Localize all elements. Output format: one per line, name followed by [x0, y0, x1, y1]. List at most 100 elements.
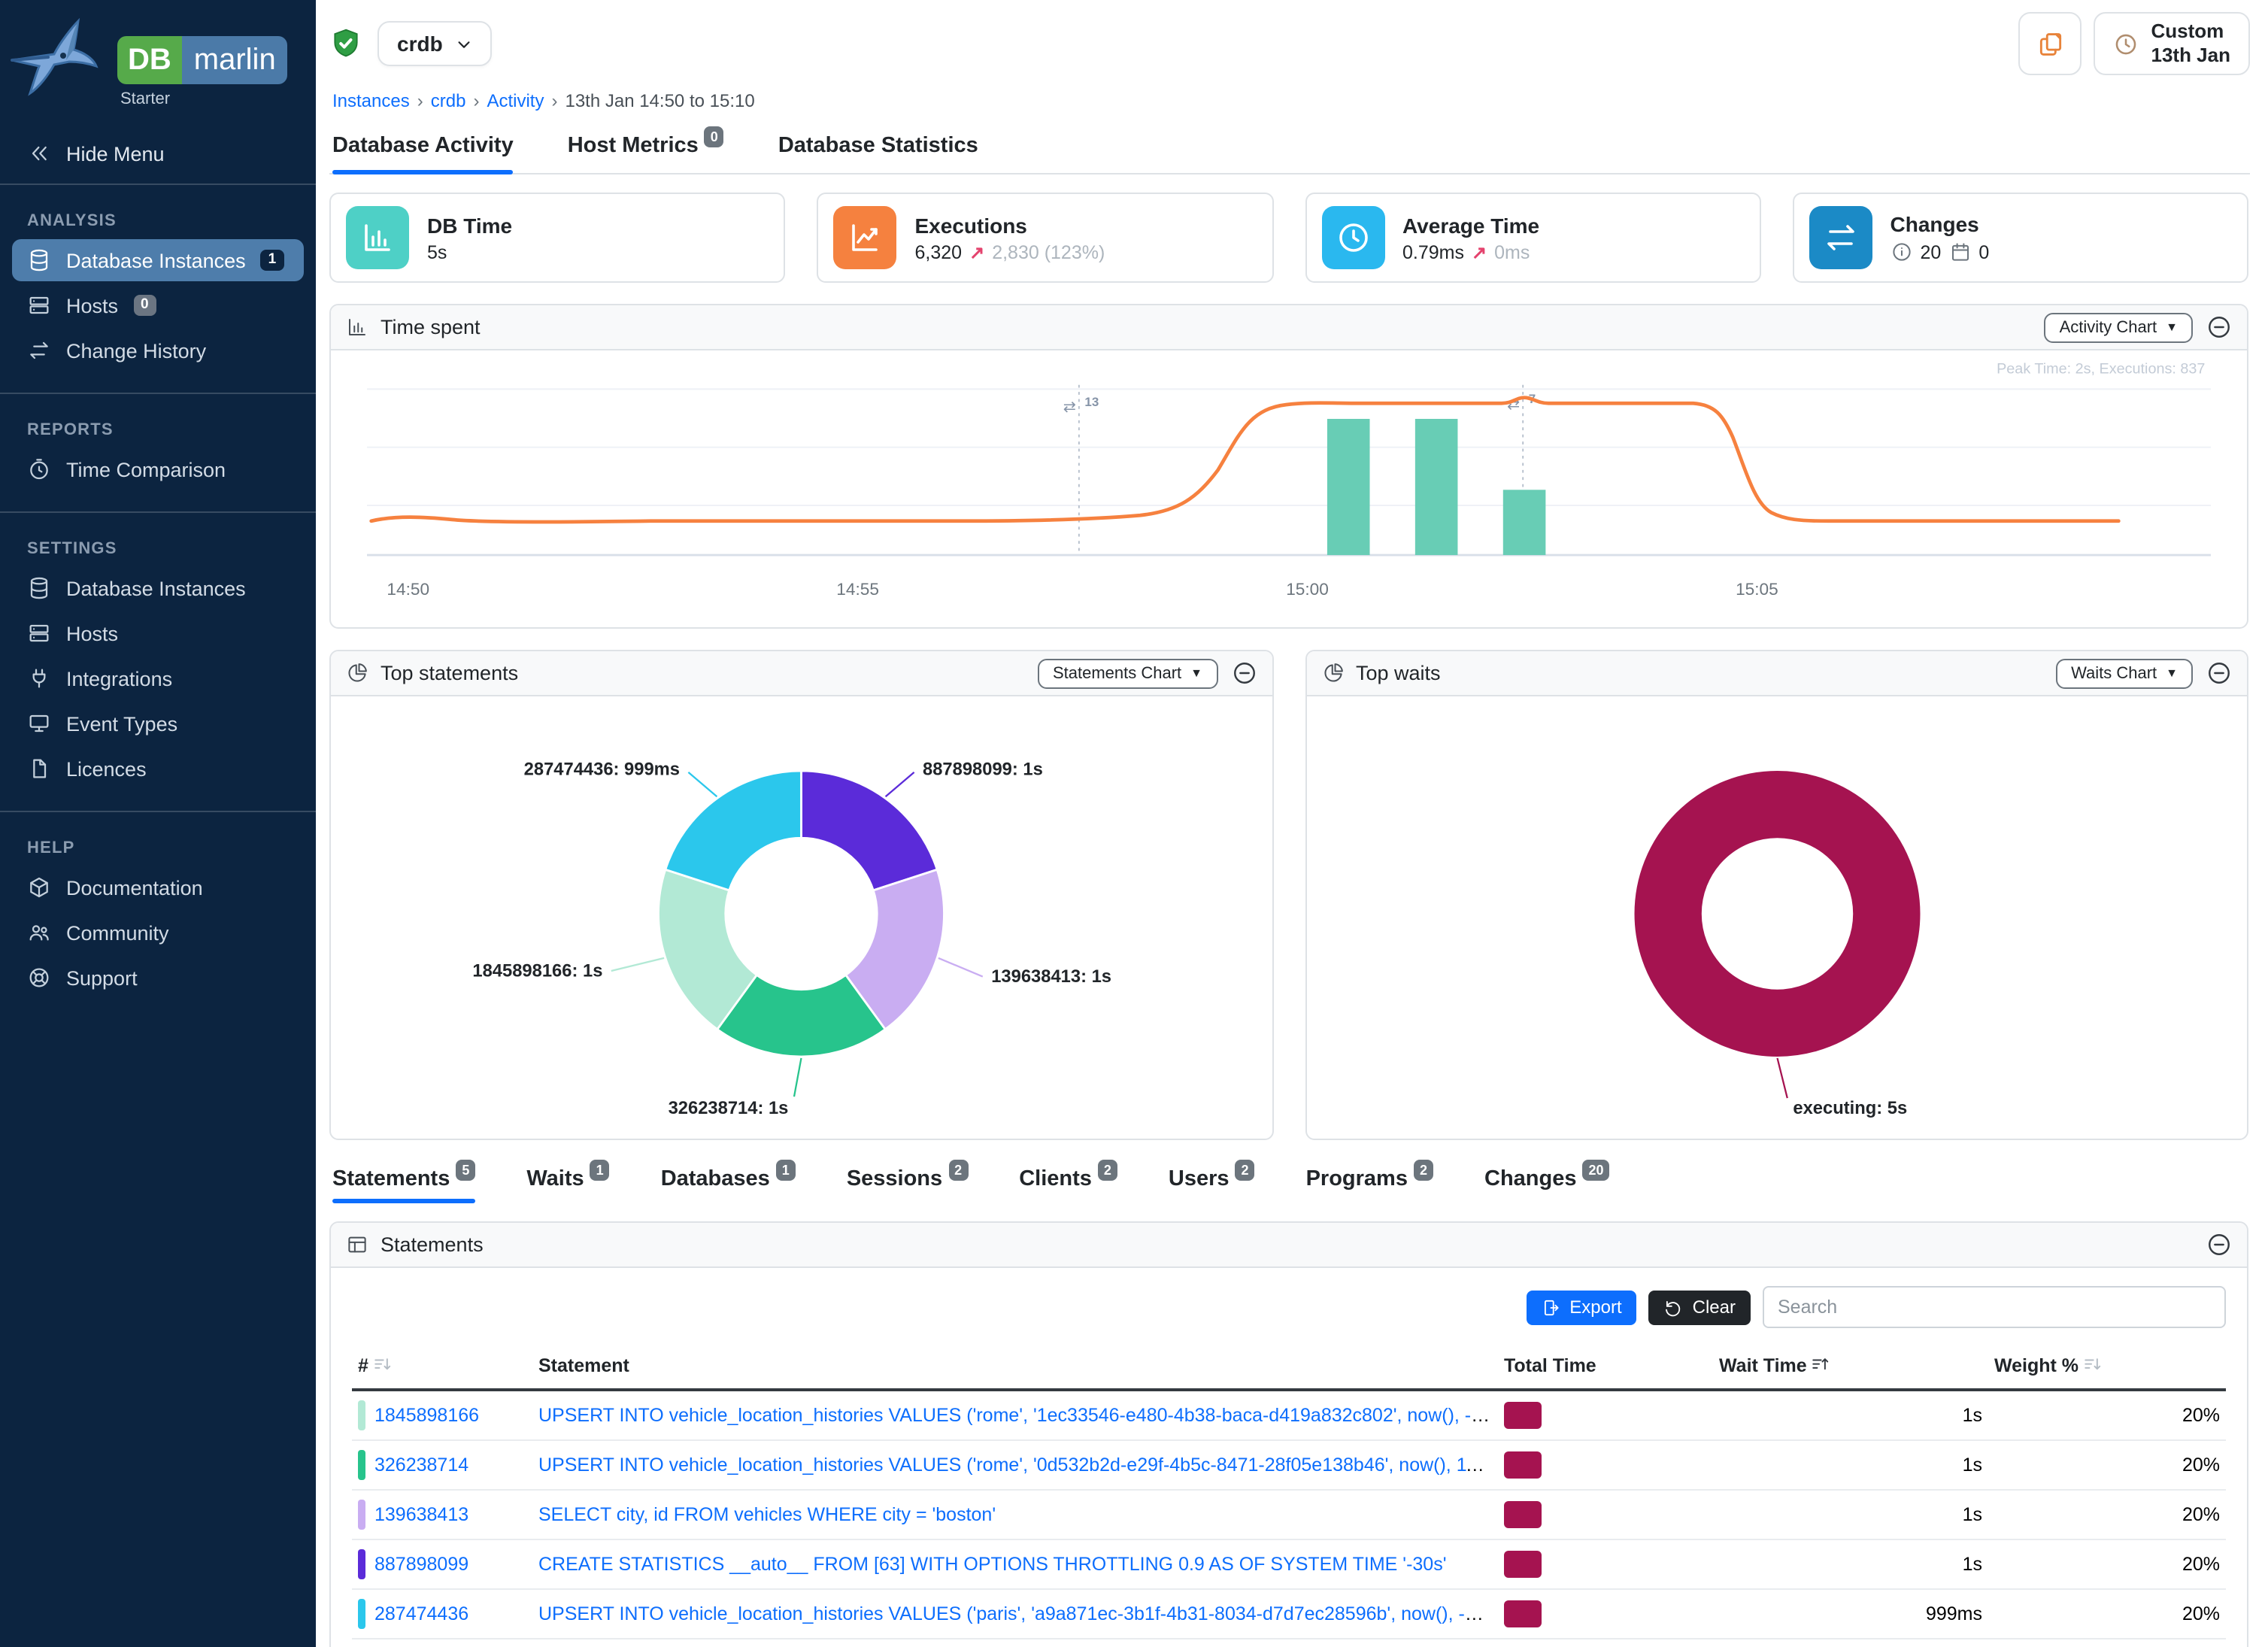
server-icon	[27, 621, 51, 645]
leader-line	[794, 1059, 802, 1097]
sidebar-item-event-types[interactable]: Event Types	[12, 702, 304, 745]
lifebuoy-icon	[27, 966, 51, 990]
card-average-time: Average Time 0.79ms ↗ 0ms	[1305, 193, 1761, 283]
breadcrumb-activity[interactable]: Activity	[487, 90, 544, 111]
db-time-line	[371, 398, 2119, 522]
export-button[interactable]: Export	[1526, 1291, 1636, 1325]
row-color-bar	[358, 1500, 365, 1530]
statement-sql-link[interactable]: CREATE STATISTICS __auto__ FROM [63] WIT…	[538, 1554, 1447, 1576]
search-input[interactable]	[1763, 1287, 2226, 1329]
donut-slice[interactable]	[802, 772, 938, 891]
executions-bar[interactable]	[1415, 419, 1458, 555]
tab-databases[interactable]: Databases1	[661, 1159, 796, 1204]
collapse-panel-icon[interactable]	[2206, 314, 2232, 340]
collapse-panel-icon[interactable]	[2206, 661, 2232, 687]
donut-slice[interactable]	[1667, 805, 1886, 1024]
sidebar-item-documentation[interactable]: Documentation	[12, 866, 304, 908]
tab-sessions[interactable]: Sessions2	[847, 1159, 968, 1204]
time-range-button[interactable]: Custom 13th Jan	[2094, 12, 2251, 75]
total-time-bar	[1504, 1452, 1542, 1479]
sidebar-item-hosts-settings[interactable]: Hosts	[12, 612, 304, 654]
statement-id-link[interactable]: 326238714	[374, 1455, 468, 1476]
card-db-time: DB Time 5s	[329, 193, 786, 283]
swap-arrows-icon	[1809, 206, 1872, 269]
statement-id-link[interactable]: 287474436	[374, 1604, 468, 1625]
collapse-panel-icon[interactable]	[2206, 1233, 2232, 1258]
clear-label: Clear	[1693, 1299, 1736, 1317]
breadcrumb-crdb[interactable]: crdb	[431, 90, 466, 111]
wait-time-value: 999ms	[1713, 1590, 1988, 1639]
executions-bar[interactable]	[1327, 419, 1370, 555]
tab-programs[interactable]: Programs2	[1306, 1159, 1433, 1204]
tab-badge: 2	[1098, 1160, 1117, 1181]
statements-chart-select[interactable]: Statements Chart▼	[1038, 659, 1217, 689]
time-spent-chart[interactable]: Peak Time: 2s, Executions: 837 ⇄ 13	[331, 350, 2247, 628]
logo[interactable]: DB marlin Starter	[0, 0, 316, 117]
sidebar-item-label: Database Instances	[66, 249, 246, 271]
sidebar-item-licences[interactable]: Licences	[12, 748, 304, 790]
annotation-count: 13	[1084, 395, 1099, 409]
executions-bar[interactable]	[1503, 490, 1546, 555]
sidebar-item-support[interactable]: Support	[12, 957, 304, 999]
column-header-id[interactable]: #	[352, 1347, 532, 1391]
tab-changes[interactable]: Changes20	[1484, 1159, 1610, 1204]
caret-down-icon: ▼	[1190, 667, 1202, 681]
copy-link-button[interactable]	[2019, 12, 2082, 75]
event-monitor-icon	[27, 711, 51, 736]
donut-slice[interactable]	[666, 772, 802, 891]
tab-database-activity[interactable]: Database Activity	[332, 120, 514, 173]
statement-sql-link[interactable]: UPSERT INTO vehicle_location_histories V…	[538, 1604, 1498, 1625]
sidebar-item-hosts[interactable]: Hosts 0	[12, 284, 304, 326]
statement-id-link[interactable]: 1845898166	[374, 1406, 479, 1427]
column-header-total-time[interactable]: Total Time	[1498, 1347, 1713, 1391]
server-icon	[27, 293, 51, 317]
collapse-panel-icon[interactable]	[1231, 661, 1257, 687]
slice-label: 287474436: 999ms	[524, 760, 680, 781]
waits-chart-select[interactable]: Waits Chart▼	[2056, 659, 2193, 689]
breadcrumb: Instances›crdb›Activity›13th Jan 14:50 t…	[332, 90, 2247, 111]
column-header-weight[interactable]: Weight %	[1988, 1347, 2226, 1391]
sidebar-item-integrations[interactable]: Integrations	[12, 657, 304, 699]
statement-sql-link[interactable]: UPSERT INTO vehicle_location_histories V…	[538, 1406, 1498, 1427]
activity-chart-select[interactable]: Activity Chart▼	[2045, 312, 2193, 342]
tab-database-statistics[interactable]: Database Statistics	[778, 120, 978, 173]
weight-value: 20%	[1988, 1441, 2226, 1491]
change-annotation-1[interactable]: ⇄ 13	[1063, 385, 1099, 555]
total-time-bar	[1504, 1502, 1542, 1529]
instance-selector[interactable]: crdb	[377, 21, 493, 66]
table-toolbar: Export Clear	[352, 1287, 2226, 1329]
database-icon	[27, 576, 51, 600]
tab-badge: 1	[776, 1160, 796, 1181]
tab-waits[interactable]: Waits1	[526, 1159, 609, 1204]
column-header-wait-time[interactable]: Wait Time	[1713, 1347, 1988, 1391]
sidebar-item-database-instances-settings[interactable]: Database Instances	[12, 567, 304, 609]
export-icon	[1541, 1298, 1560, 1318]
column-header-statement[interactable]: Statement	[532, 1347, 1498, 1391]
sidebar-item-change-history[interactable]: Change History	[12, 329, 304, 372]
undo-icon	[1664, 1298, 1684, 1318]
statement-sql-link[interactable]: SELECT city, id FROM vehicles WHERE city…	[538, 1505, 996, 1526]
breadcrumb-instances[interactable]: Instances	[332, 90, 410, 111]
sidebar-item-time-comparison[interactable]: Time Comparison	[12, 448, 304, 490]
statement-sql-link[interactable]: UPSERT INTO vehicle_location_histories V…	[538, 1455, 1498, 1476]
hide-menu-button[interactable]: Hide Menu	[0, 123, 316, 185]
trend-up-arrow: ↗	[1472, 241, 1487, 262]
waits-donut-chart[interactable]: executing: 5s	[1306, 697, 2247, 1139]
tab-host-metrics[interactable]: Host Metrics0	[568, 120, 724, 173]
clock-icon	[2114, 31, 2139, 56]
sidebar-item-community[interactable]: Community	[12, 911, 304, 954]
statements-donut-chart[interactable]: 887898099: 1s 139638413: 1s 326238714: 1…	[331, 697, 1272, 1139]
sidebar-section-help: HELP Documentation Community Support	[0, 811, 316, 1002]
tab-statements[interactable]: Statements5	[332, 1159, 475, 1204]
tab-clients[interactable]: Clients2	[1019, 1159, 1117, 1204]
logo-db: DB	[117, 36, 182, 84]
tab-users[interactable]: Users2	[1169, 1159, 1255, 1204]
sidebar-section-settings: SETTINGS Database Instances Hosts Integr…	[0, 511, 316, 793]
clear-button[interactable]: Clear	[1649, 1291, 1751, 1325]
chevron-down-icon	[456, 35, 473, 52]
leader-line	[1777, 1059, 1787, 1099]
sidebar-item-database-instances[interactable]: Database Instances 1	[12, 239, 304, 281]
statement-id-link[interactable]: 887898099	[374, 1554, 468, 1576]
marlin-fish-icon	[9, 15, 108, 108]
statement-id-link[interactable]: 139638413	[374, 1505, 468, 1526]
